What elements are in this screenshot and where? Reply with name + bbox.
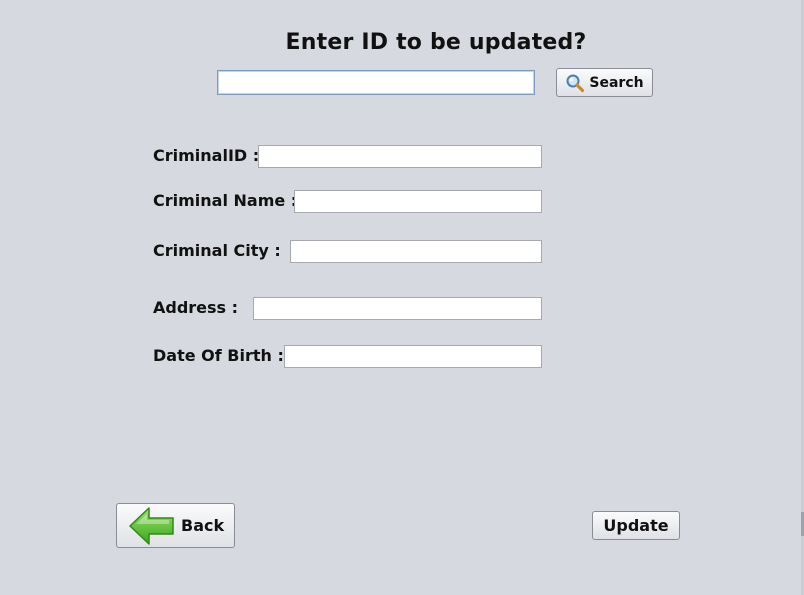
criminal-id-field[interactable] (258, 145, 542, 168)
address-field[interactable] (253, 297, 542, 320)
update-button[interactable]: Update (592, 511, 680, 540)
left-arrow-icon (129, 506, 174, 545)
search-id-input[interactable] (217, 70, 535, 95)
search-button[interactable]: Search (556, 68, 653, 97)
criminal-city-field[interactable] (290, 240, 542, 263)
page-title: Enter ID to be updated? (285, 30, 587, 55)
back-button[interactable]: Back (116, 503, 235, 548)
update-button-label: Update (603, 516, 669, 535)
address-label: Address : (153, 298, 239, 317)
criminal-city-label: Criminal City : (153, 241, 281, 260)
back-button-label: Back (181, 516, 225, 535)
search-button-label: Search (589, 74, 644, 91)
criminal-name-field[interactable] (294, 190, 542, 213)
date-of-birth-label: Date Of Birth : (153, 346, 284, 365)
search-icon (566, 74, 585, 92)
criminal-id-label: CriminalID : (153, 146, 260, 165)
criminal-name-label: Criminal Name : (153, 191, 298, 210)
date-of-birth-field[interactable] (284, 345, 542, 368)
